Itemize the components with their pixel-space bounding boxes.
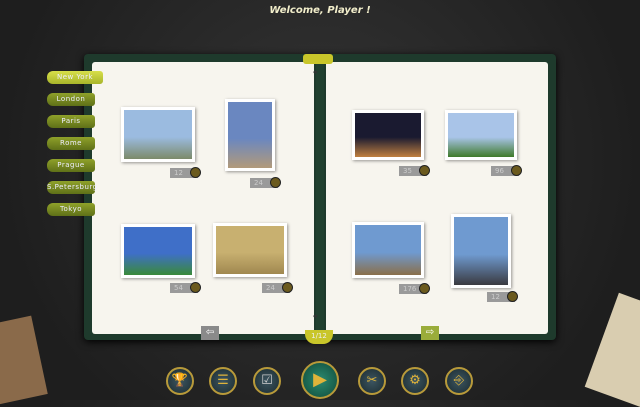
photo-thumbnail[interactable] [225,99,275,171]
photo-thumbnail[interactable] [121,107,195,162]
welcome-title: Welcome, Player ! [269,5,371,16]
city-tab-paris[interactable]: Paris [47,115,95,128]
puzzle-medal-icon [419,283,430,294]
play-button[interactable]: ▶ [301,361,339,399]
check-icon: ☑ [261,373,273,388]
photo-image [448,113,514,157]
next-page-button[interactable]: ⇨ [421,326,439,340]
piece-count-badge: 54 [170,282,201,293]
photo-image [124,227,192,275]
piece-count-badge: 12 [170,167,201,178]
piece-count-badge: 24 [250,177,281,188]
puzzle-medal-icon [282,282,293,293]
photo-thumbnail[interactable] [213,223,287,277]
photo-image [454,217,508,285]
puzzle-medal-icon [190,167,201,178]
album-book [84,54,556,340]
exit-door-icon: ⎆ [453,373,465,388]
piece-count: 24 [266,284,275,292]
list-button[interactable]: ☰ [209,367,237,395]
scissors-icon: ✂ [366,373,378,388]
city-tab-spetersburg[interactable]: S.Petersburg [47,181,97,194]
piece-count: 96 [495,167,504,175]
page-indicator: 1/12 [305,330,333,344]
city-tab-prague[interactable]: Prague [47,159,95,172]
book-spine [316,54,324,340]
city-tab-rome[interactable]: Rome [47,137,95,150]
gear-icon: ⚙ [409,373,421,388]
piece-count: 12 [174,169,183,177]
piece-count-badge: 24 [262,282,293,293]
puzzle-medal-icon [190,282,201,293]
ring-icon: ⚭ [312,68,319,77]
photo-image [355,113,421,157]
photo-thumbnail[interactable] [445,110,517,160]
puzzle-medal-icon [507,291,518,302]
city-tab-tokyo[interactable]: Tokyo [47,203,95,216]
play-icon: ▶ [313,369,327,390]
piece-count: 35 [403,167,412,175]
decorative-postcards [0,315,48,405]
photo-image [228,102,272,168]
prev-page-button[interactable]: ⇦ [201,326,219,340]
decorative-postcards-right [584,292,640,407]
piece-count: 12 [491,293,500,301]
piece-count: 24 [254,179,263,187]
piece-count-badge: 35 [399,165,430,176]
puzzle-medal-icon [511,165,522,176]
piece-count: 176 [403,285,417,293]
puzzle-medal-icon [270,177,281,188]
piece-count-badge: 96 [491,165,522,176]
settings-button[interactable]: ⚙ [401,367,429,395]
trophy-button[interactable]: 🏆 [166,367,194,395]
photo-thumbnail[interactable] [451,214,511,288]
puzzle-medal-icon [419,165,430,176]
trophy-icon: 🏆 [171,373,189,388]
piece-count: 54 [174,284,183,292]
city-tab-london[interactable]: London [47,93,95,106]
photo-image [355,225,421,275]
left-page [92,62,314,334]
list-icon: ☰ [217,373,229,388]
piece-count-badge: 176 [399,283,430,294]
photo-thumbnail[interactable] [352,222,424,278]
photo-image [216,226,284,274]
city-tab-newyork[interactable]: New York [47,71,103,84]
photo-thumbnail[interactable] [121,224,195,278]
ring-icon: ⚭ [312,312,319,321]
piece-count-badge: 12 [487,291,518,302]
scissors-button[interactable]: ✂ [358,367,386,395]
top-clip [303,54,333,64]
check-button[interactable]: ☑ [253,367,281,395]
exit-button[interactable]: ⎆ [445,367,473,395]
photo-image [124,110,192,159]
photo-thumbnail[interactable] [352,110,424,160]
